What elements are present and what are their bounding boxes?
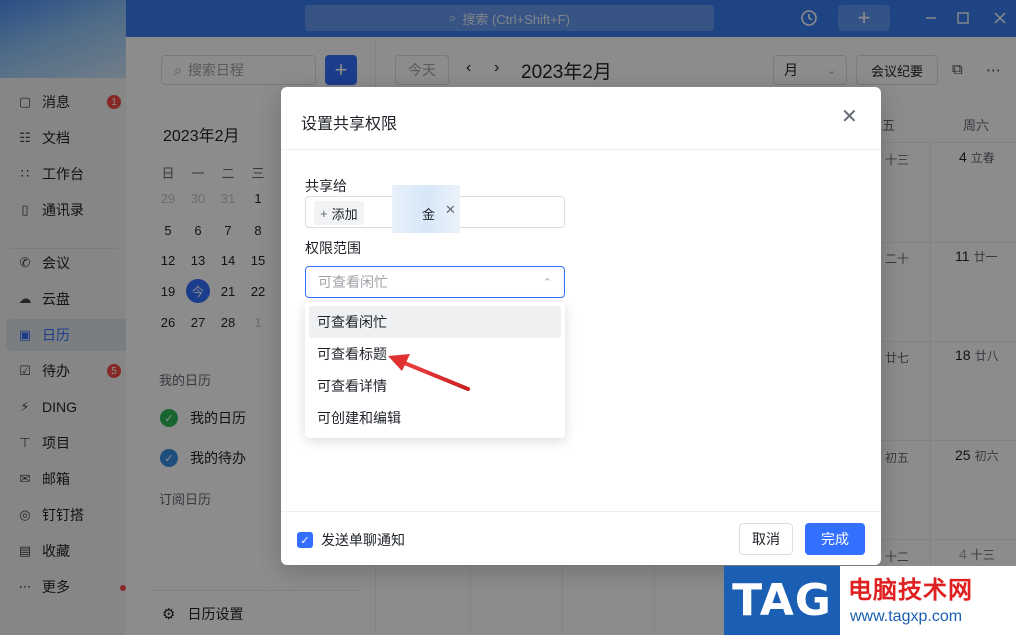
watermark-url: www.tagxp.com: [850, 608, 963, 625]
watermark-logo: TAG: [724, 566, 840, 635]
option-view-busy[interactable]: 可查看闲忙: [309, 306, 561, 338]
share-to-label: 共享给: [305, 178, 347, 194]
permission-select-value: 可查看闲忙: [318, 274, 388, 290]
share-permission-dialog: 设置共享权限 ✕ 共享给 + 添加 金 ✕ 权限范围 可查看闲忙 ⌃ 可查看闲忙…: [281, 87, 881, 565]
watermark: TAG 电脑技术网 www.tagxp.com: [724, 566, 1016, 635]
add-label: 添加: [331, 206, 358, 222]
notify-checkbox[interactable]: ✓ 发送单聊通知: [297, 530, 405, 550]
notify-label: 发送单聊通知: [321, 532, 405, 548]
close-icon[interactable]: ✕: [841, 107, 858, 127]
divider: [281, 511, 881, 512]
member-name: 金: [422, 207, 436, 222]
dialog-title: 设置共享权限: [301, 116, 398, 133]
option-create-edit[interactable]: 可创建和编辑: [309, 402, 561, 434]
remove-member-icon[interactable]: ✕: [445, 202, 456, 218]
chevron-up-icon: ⌃: [542, 276, 552, 289]
done-button[interactable]: 完成: [805, 523, 865, 555]
cancel-button[interactable]: 取消: [739, 523, 793, 555]
scope-label: 权限范围: [305, 240, 361, 256]
check-icon: ✓: [297, 532, 313, 548]
divider: [281, 149, 881, 150]
permission-select[interactable]: 可查看闲忙 ⌃: [305, 266, 565, 298]
plus-icon: +: [320, 205, 328, 221]
add-member-button[interactable]: + 添加: [314, 201, 364, 225]
annotation-arrow-icon: [388, 354, 470, 391]
share-to-input[interactable]: + 添加 金 ✕: [305, 185, 565, 233]
watermark-title: 电脑技术网: [848, 577, 973, 604]
